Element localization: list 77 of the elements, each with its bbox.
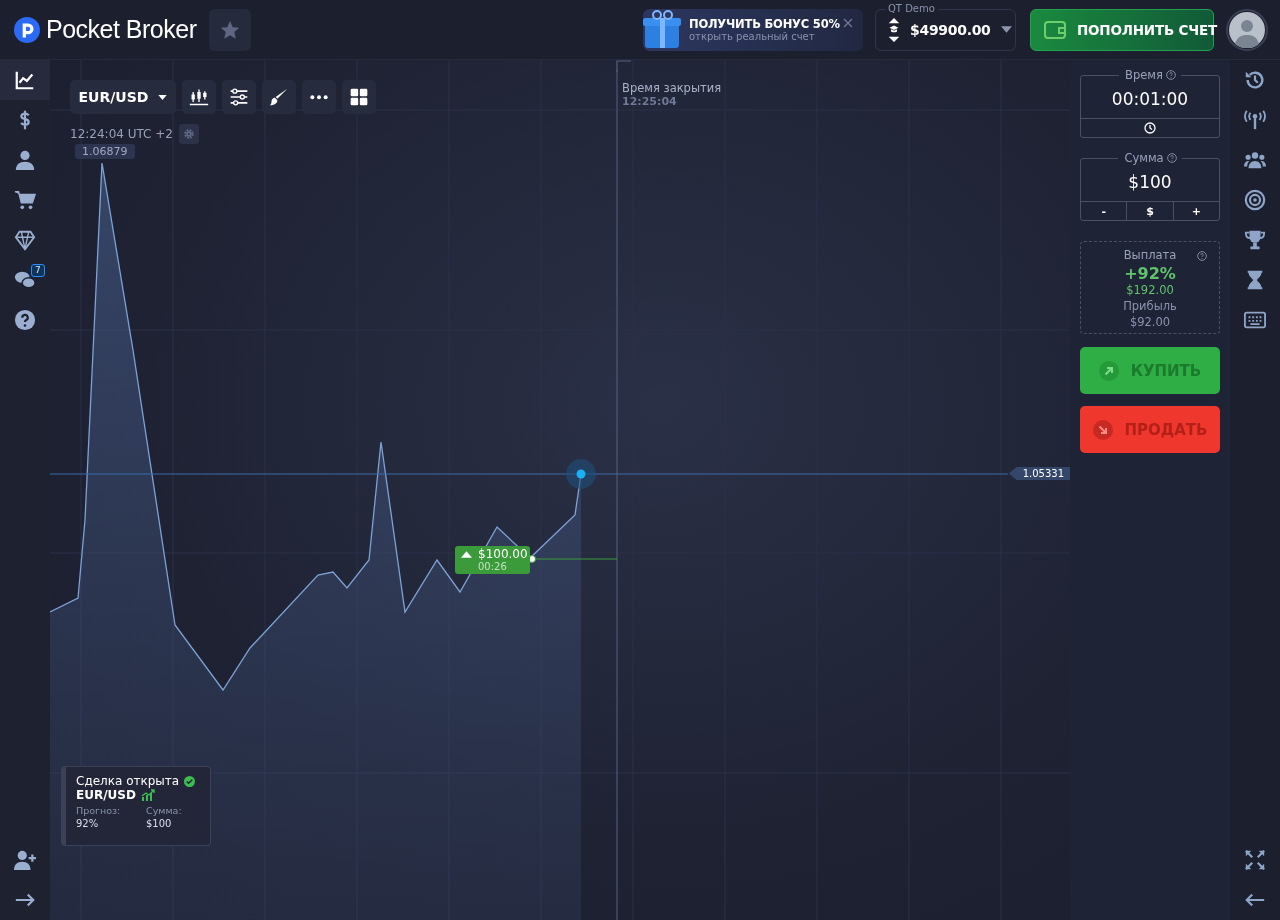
forecast-label: Прогноз: [76,805,122,816]
expiry-flag-icon [616,60,632,72]
demo-account-icon [888,16,900,43]
chart-icon [14,69,36,91]
time-label: Время [1119,68,1166,82]
profit-label: Прибыль [1123,299,1177,313]
chart-clock: 12:24:04 UTC +2 [70,127,173,141]
sum-value: $100 [146,818,173,829]
amount-step-button[interactable]: - [1081,201,1127,220]
sidebar-item[interactable]: 7 [0,260,50,300]
expand-icon [1244,849,1266,871]
history-icon [1244,69,1266,91]
trophy-icon [1244,229,1266,251]
user-icon [14,149,36,171]
pair-selector[interactable]: EUR/USD [70,80,176,114]
notification-title: Сделка открыта [76,774,180,788]
avatar-icon [1229,11,1265,48]
amount-label: Сумма [1118,151,1167,165]
current-price-label: 1.05331 [1008,467,1070,480]
close-icon[interactable] [843,17,853,28]
add-user-icon [14,849,36,871]
grid-layout-icon [349,87,369,107]
gift-box-icon [643,9,683,50]
help-icon [1165,70,1181,80]
chart-tool-button[interactable] [262,80,296,114]
chart-tool-button[interactable] [302,80,336,114]
chart-tool-button[interactable] [182,80,216,114]
target-icon [1244,189,1266,211]
account-balance: $49900.00 [910,21,991,38]
sidebar-item[interactable] [0,60,50,100]
bonus-banner[interactable]: ПОЛУЧИТЬ БОНУС 50% открыть реальный счет [643,8,863,51]
trend-up-icon [140,789,155,801]
diamond-icon [14,229,36,251]
payout-percent: +92% [1124,264,1176,283]
keyboard-icon [1244,309,1266,331]
sliders-icon [229,87,249,107]
expiry-time: 12:25:04 [622,95,678,108]
triangle-icon [461,550,472,558]
favorite-button[interactable] [208,8,251,51]
trade-timer: 00:26 [477,561,508,572]
help-icon [1197,251,1207,261]
trade-amount: $100.00 [478,547,528,561]
logo-icon [14,16,40,43]
clock-icon [1144,122,1156,134]
help-icon [14,309,36,331]
settings-button[interactable] [179,124,199,144]
account-label: QT Demo [885,2,938,15]
notification-badge: 7 [31,264,45,277]
candlestick-icon [189,87,209,107]
logo-text: Pocket Broker [46,15,197,44]
sum-label: Сумма: [146,805,183,816]
forecast-value: 92% [76,818,100,829]
amount-step-button[interactable]: + [1172,201,1219,220]
chart-tool-button[interactable] [222,80,256,114]
bonus-subtitle: открыть реальный счет [689,31,816,42]
arrow-down-right-icon [1092,419,1113,440]
people-icon [1244,149,1266,171]
arrow-up-right-icon [1098,360,1119,381]
cart-icon [14,189,36,211]
expiry-label: Время закрытия [622,81,722,95]
time-picker-button[interactable] [1081,118,1219,137]
amount-step-button[interactable]: $ [1126,201,1173,220]
caret-icon [1000,26,1012,33]
profit-amount: $92.00 [1129,315,1171,329]
payout-label: Выплата [1123,248,1177,262]
bonus-title: ПОЛУЧИТЬ БОНУС 50% [689,17,840,31]
chart-tool-button[interactable] [342,80,376,114]
current-price-dot [566,459,596,489]
notification-pair: EUR/USD [76,788,136,802]
payout-amount: $192.00 [1126,283,1174,297]
check-circle-icon [184,775,196,787]
settings-icon [183,128,195,140]
antenna-icon [1244,109,1266,131]
help-icon [1166,153,1182,163]
caret-icon [158,94,168,100]
more-icon [309,93,329,101]
price-high-label: 1.06879 [75,144,135,159]
